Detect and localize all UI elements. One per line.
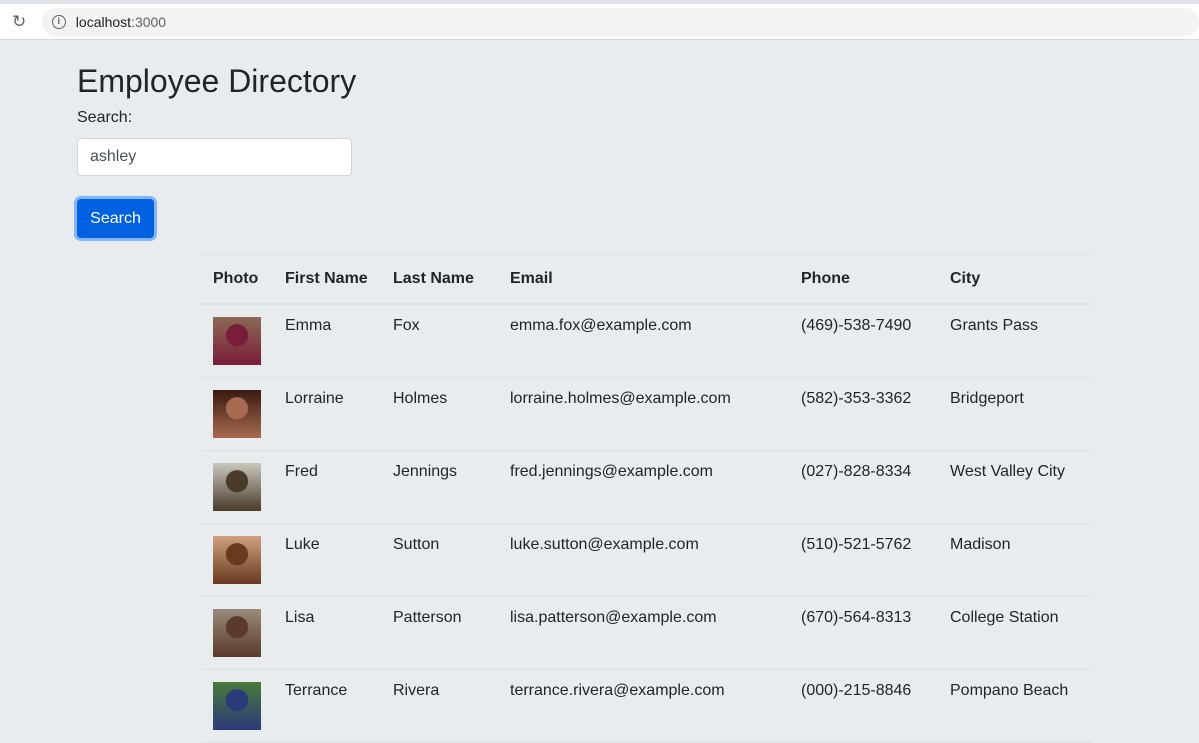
table-row: Fred Jennings fred.jennings@example.com (02… [201,450,1093,524]
table-header-row: Photo First Name Last Name Email Phone C… [201,254,1093,305]
table-row: Lorraine Holmes lorraine.holmes@example.co… [201,377,1093,451]
first-name-cell: Terrance [273,669,381,743]
last-name-cell: Sutton [381,523,498,597]
photo-cell [201,669,273,743]
email-cell: emma.fox@example.com [498,303,789,378]
header-city[interactable]: City [938,254,1093,305]
header-phone[interactable]: Phone [789,254,938,305]
search-button[interactable]: Search [77,199,154,238]
search-input[interactable] [77,138,352,176]
url-host: localhost [75,13,132,30]
table-row: Terrance Rivera terrance.rivera@example.co… [201,669,1093,743]
city-cell: Madison [938,523,1093,597]
table-row: Lisa Patterson lisa.patterson@example.com(… [201,596,1093,670]
email-cell: terrance.rivera@example.com [498,669,789,743]
reload-icon[interactable]: ↻ [12,12,30,31]
city-cell: Bridgeport [938,377,1093,451]
first-name-cell: Lorraine [273,377,381,451]
info-icon[interactable]: i [51,14,66,29]
table-row: Emma Fox emma.fox@example.com (469)-538-749… [201,303,1093,378]
first-name-cell: Luke [273,523,381,597]
employee-photo [213,462,261,511]
photo-cell [201,523,273,597]
header-photo[interactable]: Photo [201,254,273,305]
employee-table: Photo First Name Last Name Email Phone C… [201,254,1093,743]
email-cell: fred.jennings@example.com [498,450,789,524]
first-name-cell: Lisa [273,596,381,670]
browser-toolbar: ↻ i localhost:3000 [0,4,1199,40]
header-email[interactable]: Email [498,254,789,305]
employee-photo [213,608,261,657]
phone-cell: (510)-521-5762 [789,523,938,597]
photo-cell [201,596,273,670]
last-name-cell: Jennings [381,450,498,524]
phone-cell: (027)-828-8334 [789,450,938,524]
header-last-name[interactable]: Last Name [381,254,498,305]
phone-cell: (469)-538-7490 [789,303,938,378]
phone-cell: (670)-564-8313 [789,596,938,670]
table-row: Luke Sutton luke.sutton@example.com (510)-5… [201,523,1093,597]
employee-photo [213,535,261,584]
first-name-cell: Emma [273,303,381,378]
photo-cell [201,377,273,451]
email-cell: lisa.patterson@example.com [498,596,789,670]
photo-cell [201,450,273,524]
header-first-name[interactable]: First Name [273,254,381,305]
city-cell: Pompano Beach [938,669,1093,743]
employee-photo [213,316,261,365]
email-cell: lorraine.holmes@example.com [498,377,789,451]
last-name-cell: Rivera [381,669,498,743]
phone-cell: (582)-353-3362 [789,377,938,451]
city-cell: West Valley City [938,450,1093,524]
photo-cell [201,303,273,378]
city-cell: College Station [938,596,1093,670]
address-bar[interactable]: i localhost:3000 [41,7,1199,36]
url-port: :3000 [131,13,167,30]
employee-photo [213,389,261,438]
search-label: Search: [77,109,133,126]
page-title: Employee Directory [77,63,357,99]
last-name-cell: Fox [381,303,498,378]
phone-cell: (000)-215-8846 [789,669,938,743]
employee-photo [213,681,261,730]
email-cell: luke.sutton@example.com [498,523,789,597]
main-content: Employee Directory Search: Search Photo … [77,40,1107,743]
first-name-cell: Fred [273,450,381,524]
last-name-cell: Patterson [381,596,498,670]
last-name-cell: Holmes [381,377,498,451]
city-cell: Grants Pass [938,303,1093,378]
